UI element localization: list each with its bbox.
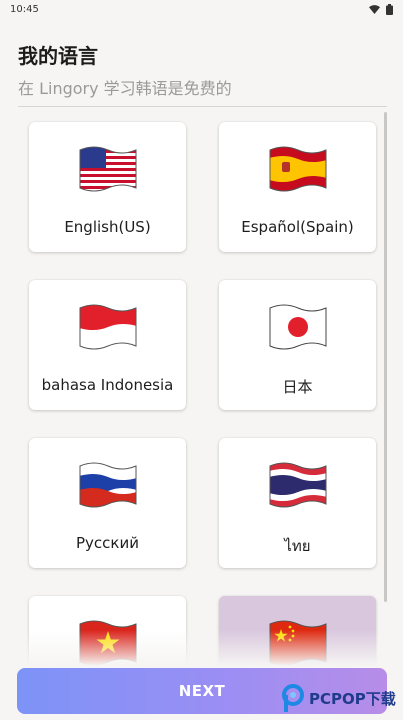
language-card-russian[interactable]: Русский xyxy=(29,438,186,568)
language-card-thai[interactable]: ไทย xyxy=(219,438,376,568)
page-title: 我的语言 xyxy=(18,44,98,68)
language-label: 日本 xyxy=(282,378,313,396)
us-flag-icon xyxy=(79,146,136,192)
status-time: 10:45 xyxy=(10,3,39,15)
language-card-indonesian[interactable]: bahasa Indonesia xyxy=(29,280,186,410)
language-label: bahasa Indonesia xyxy=(41,376,174,394)
wifi-icon xyxy=(369,4,380,14)
status-bar: 10:45 xyxy=(0,0,403,18)
language-label: Español(Spain) xyxy=(241,218,354,236)
russia-flag-icon xyxy=(79,462,136,508)
spain-flag-icon xyxy=(269,146,326,192)
header: 我的语言 在 Lingory 学习韩语是免费的 xyxy=(18,40,232,99)
japan-flag-icon xyxy=(269,304,326,350)
watermark: PCPOP下载 xyxy=(280,682,396,714)
language-card-japanese[interactable]: 日本 xyxy=(219,280,376,410)
page-subtitle: 在 Lingory 学习韩语是免费的 xyxy=(18,79,232,98)
indonesia-flag-icon xyxy=(79,304,136,350)
battery-icon xyxy=(386,3,393,15)
language-card-spanish[interactable]: Español(Spain) xyxy=(219,122,376,252)
thailand-flag-icon xyxy=(269,462,326,508)
language-label: Русский xyxy=(76,534,139,552)
pcpop-logo-icon xyxy=(282,684,304,712)
watermark-text: PCPOP下载 xyxy=(309,689,396,708)
scrollbar[interactable] xyxy=(384,112,387,602)
status-icons xyxy=(369,3,393,15)
language-label: ไทย xyxy=(284,537,311,555)
language-card-english-us[interactable]: English(US) xyxy=(29,122,186,252)
language-label: English(US) xyxy=(64,218,151,236)
header-divider xyxy=(18,106,387,107)
